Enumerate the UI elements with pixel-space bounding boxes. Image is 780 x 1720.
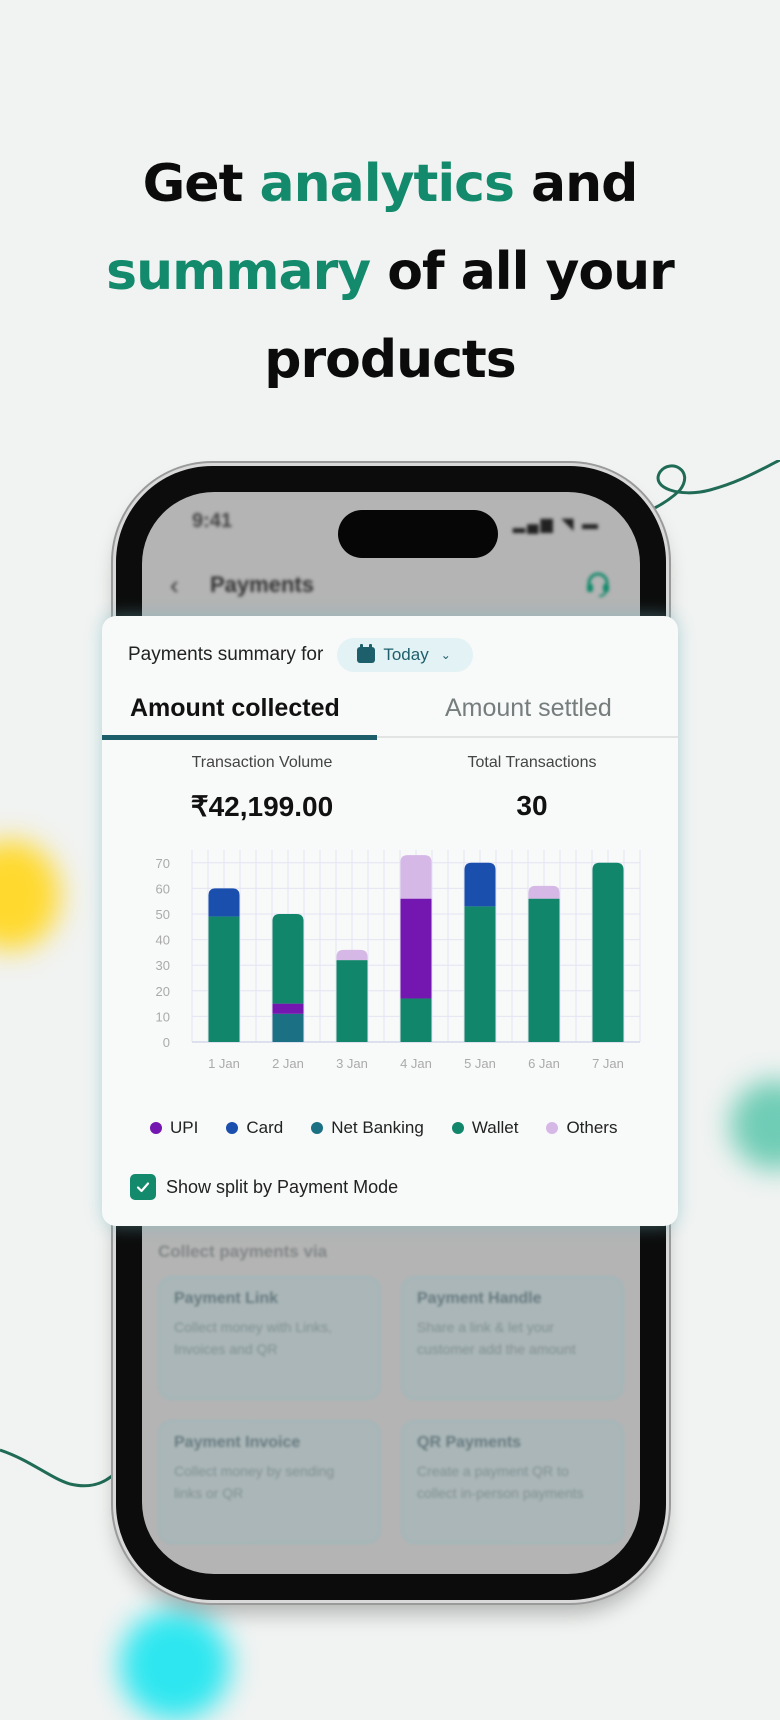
total-transactions-value: 30 [516, 790, 548, 821]
calendar-icon [357, 644, 376, 663]
decorative-squiggle-bottom [0, 1448, 122, 1488]
headline-line-1: Get analytics and [142, 154, 639, 214]
dynamic-island [338, 510, 498, 558]
payments-bar-chart: 0 10 20 30 40 50 60 70 1 Jan 2 Jan 3 Jan 4 Jan 5 Jan… [156, 850, 641, 1071]
battery-icon: ▬ [582, 516, 600, 533]
chevron-down-icon: ⌄ [440, 648, 451, 662]
legend-label: Net Banking [331, 1118, 424, 1137]
transaction-volume-stat: Transaction Volume ₹42,199.00 [142, 754, 382, 823]
total-transactions-label: Total Transactions [467, 754, 597, 771]
payments-summary-card: Payments summary for Today ⌄ Amount coll… [102, 616, 678, 1226]
screen-header: ‹ Payments [170, 564, 612, 608]
payment-option-tile[interactable]: Payment Link Collect money with Links, I… [158, 1276, 381, 1400]
checkmark-icon [136, 1182, 150, 1193]
legend-item: Others [546, 1118, 617, 1138]
decorative-yellow-blob [0, 840, 60, 950]
y-tick-label: 40 [156, 933, 170, 948]
bar-segment-card [208, 888, 240, 917]
headline: Get analytics and summary of all your pr… [0, 140, 780, 404]
legend-label: Card [246, 1118, 284, 1137]
bar-segment-wallet [336, 960, 368, 1042]
summary-row: Payments summary for Today ⌄ [128, 638, 473, 672]
y-tick-label: 30 [156, 958, 170, 973]
x-tick-label: 7 Jan [592, 1056, 624, 1071]
split-toggle-row[interactable]: Show split by Payment Mode [130, 1174, 398, 1200]
legend-dot-icon [150, 1122, 162, 1134]
bar-segment-wallet [400, 998, 432, 1042]
amount-tabs: Amount collected Amount settled [102, 688, 678, 740]
legend-label: Wallet [471, 1118, 519, 1137]
payment-option-tile[interactable]: Payment Invoice Collect money by sending… [158, 1420, 381, 1544]
bar-segment-wallet-upper- [272, 914, 304, 1004]
bar-segment-others [400, 855, 432, 899]
x-tick-label: 1 Jan [208, 1056, 240, 1071]
x-tick-label: 3 Jan [336, 1056, 368, 1071]
payment-options-grid: Payment Link Collect money with Links, I… [158, 1276, 624, 1544]
legend-dot-icon [226, 1122, 239, 1134]
bar-segment-wallet [208, 916, 240, 1042]
headline-line-2: summary of all your [106, 242, 675, 302]
x-tick-label: 5 Jan [464, 1056, 496, 1071]
bar-segment-wallet [528, 898, 560, 1042]
x-tick-label: 4 Jan [400, 1056, 432, 1071]
bar-segment-net-banking [272, 1013, 304, 1042]
bar-segment-others [336, 949, 368, 961]
bar-segment-wallet [464, 906, 496, 1042]
total-transactions-stat: Total Transactions 30 [432, 754, 632, 822]
legend-item: Wallet [451, 1118, 519, 1138]
y-tick-label: 60 [156, 881, 170, 896]
legend-item: Net Banking [311, 1118, 424, 1138]
legend-item: UPI [150, 1118, 198, 1138]
collect-payments-section: Collect payments via Payment Link Collec… [158, 1242, 624, 1544]
y-tick-label: 10 [156, 1009, 170, 1024]
date-filter-dropdown[interactable]: Today ⌄ [337, 638, 473, 672]
tab-amount-collected[interactable]: Amount collected [102, 688, 377, 740]
chart-legend: UPI Card Net Banking Wallet Others [150, 1118, 617, 1138]
payment-option-tile[interactable]: Payment Handle Share a link & let your c… [401, 1276, 624, 1400]
status-icons: ▂▄▆ ◥ ▬ [513, 514, 600, 534]
y-tick-label: 70 [156, 856, 170, 871]
x-tick-label: 6 Jan [528, 1056, 560, 1071]
chevron-left-icon[interactable]: ‹ [170, 570, 179, 601]
collect-title: Collect payments via [158, 1242, 328, 1261]
y-tick-label: 20 [156, 984, 170, 999]
tab-amount-settled[interactable]: Amount settled [445, 688, 612, 738]
transaction-volume-label: Transaction Volume [191, 754, 333, 771]
decorative-cyan-blob [120, 1610, 230, 1720]
bar-segment-others [528, 885, 560, 899]
legend-dot-icon [546, 1122, 559, 1134]
legend-label: UPI [170, 1118, 199, 1137]
status-time: 9:41 [192, 510, 233, 532]
headline-line-3: products [264, 330, 516, 390]
date-filter-label: Today [383, 645, 429, 664]
payment-option-tile[interactable]: QR Payments Create a payment QR to colle… [401, 1420, 624, 1544]
legend-item: Card [226, 1118, 283, 1138]
bar-segment-upi [272, 1003, 304, 1014]
transaction-volume-value: ₹42,199.00 [190, 791, 334, 822]
split-checkbox[interactable] [130, 1174, 156, 1200]
bar-segment-card [464, 862, 496, 907]
bar-segment-wallet [592, 862, 624, 1042]
bar-segment-upi [400, 898, 432, 999]
legend-dot-icon [311, 1122, 324, 1134]
y-tick-label: 50 [156, 907, 170, 922]
summary-label: Payments summary for [128, 644, 324, 665]
legend-label: Others [566, 1118, 618, 1137]
split-checkbox-label: Show split by Payment Mode [166, 1176, 399, 1197]
legend-dot-icon [451, 1122, 464, 1134]
header-title: Payments [210, 572, 314, 597]
y-tick-label: 0 [163, 1035, 170, 1050]
wifi-icon: ◥ [561, 516, 576, 533]
headset-icon[interactable] [584, 570, 612, 598]
x-tick-label: 2 Jan [272, 1056, 304, 1071]
signal-icon: ▂▄▆ [512, 516, 555, 533]
decorative-teal-blob [730, 1080, 780, 1170]
